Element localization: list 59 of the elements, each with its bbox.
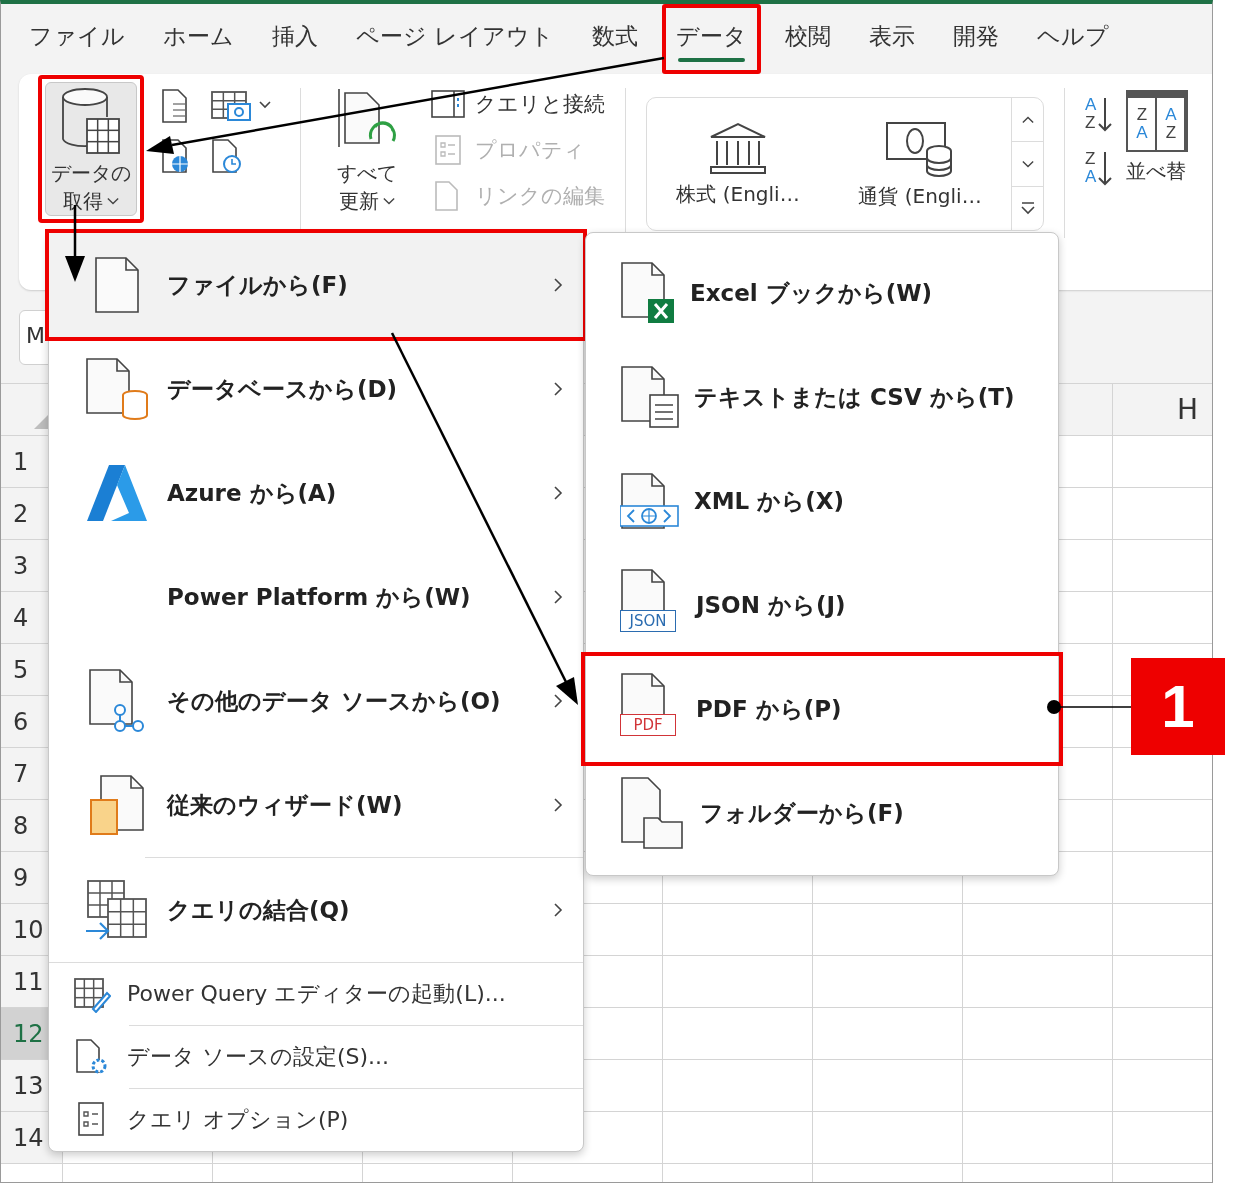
ribbon-tab[interactable]: 校閲 xyxy=(771,4,846,74)
menu-item[interactable]: Power Query エディターの起動(L)... xyxy=(49,963,583,1025)
menu-item[interactable]: クエリの結合(Q) xyxy=(49,858,583,962)
submenu-item[interactable]: Excel ブックから(W) xyxy=(586,241,1058,345)
ribbon-tab[interactable]: 開発 xyxy=(939,4,1014,74)
menu-item[interactable]: Power Platform から(W) xyxy=(49,545,583,649)
panel-icon xyxy=(431,89,465,119)
submenu-item[interactable]: XML から(X) xyxy=(586,449,1058,553)
menu-item[interactable]: 従来のウィザード(W) xyxy=(49,753,583,857)
document-clock-icon[interactable] xyxy=(210,138,244,174)
sort-ascending-button[interactable]: A Z xyxy=(1085,96,1113,132)
document-icon xyxy=(94,256,140,314)
azure-logo-icon xyxy=(85,463,149,523)
chevron-right-icon xyxy=(551,278,565,292)
data-type-item[interactable]: 通貨 (Engli… xyxy=(858,118,982,210)
chevron-right-icon xyxy=(551,903,565,917)
expand-icon xyxy=(1020,201,1035,216)
chevron-down-icon xyxy=(107,195,119,207)
ribbon-tab[interactable]: 表示 xyxy=(855,4,930,74)
step-number-badge: 1 xyxy=(1131,658,1225,755)
down-arrow-icon xyxy=(1098,150,1113,186)
chevron-right-icon xyxy=(551,798,565,812)
table-pencil-icon xyxy=(73,975,111,1013)
chevron-down-icon xyxy=(1021,158,1034,170)
get-data-button[interactable]: データの 取得 xyxy=(45,82,137,216)
ribbon-tab[interactable]: ホーム xyxy=(149,4,248,74)
ribbon-tab[interactable]: 挿入 xyxy=(258,4,332,74)
document-code-icon xyxy=(620,472,680,530)
document-database-icon xyxy=(85,357,149,421)
down-arrow-icon xyxy=(1098,96,1113,132)
refresh-all-button[interactable]: すべて 更新 xyxy=(321,82,413,216)
document-network-icon xyxy=(88,668,146,734)
file-type-label: PDF xyxy=(620,714,676,736)
table-camera-icon[interactable] xyxy=(210,88,274,124)
chevron-right-icon xyxy=(551,590,565,604)
document-folder-icon xyxy=(620,776,686,850)
submenu-item[interactable]: PDF PDF から(P) xyxy=(586,657,1058,761)
ribbon-tab[interactable]: ページ レイアウト xyxy=(342,4,569,74)
submenu-item[interactable]: フォルダーから(F) xyxy=(586,761,1058,865)
chevron-right-icon xyxy=(551,486,565,500)
chevron-right-icon xyxy=(551,382,565,396)
document-lines-icon xyxy=(620,365,680,429)
submenu-item[interactable]: テキストまたは CSV から(T) xyxy=(586,345,1058,449)
menu-item[interactable]: その他のデータ ソースから(O) xyxy=(49,649,583,753)
ribbon-tab[interactable]: データ xyxy=(662,4,762,74)
bank-building-icon xyxy=(707,120,769,177)
document-pages-icon xyxy=(89,774,145,836)
ribbon-command[interactable]: クエリと接続 xyxy=(431,84,605,124)
ribbon-tab[interactable]: 数式 xyxy=(578,4,653,74)
document-spreadsheet-icon xyxy=(620,261,676,325)
sort-descending-button[interactable]: Z A xyxy=(1085,150,1113,186)
chevron-down-icon xyxy=(383,195,395,207)
chevron-right-icon xyxy=(551,694,565,708)
file-type-label: JSON xyxy=(620,610,676,632)
data-type-item[interactable]: 株式 (Engli… xyxy=(676,120,800,208)
ribbon-tab[interactable]: ヘルプ xyxy=(1023,4,1124,74)
ribbon-tab[interactable]: ファイル xyxy=(15,4,139,74)
menu-item[interactable]: Azure から(A) xyxy=(49,441,583,545)
submenu-item[interactable]: JSON JSON から(J) xyxy=(586,553,1058,657)
